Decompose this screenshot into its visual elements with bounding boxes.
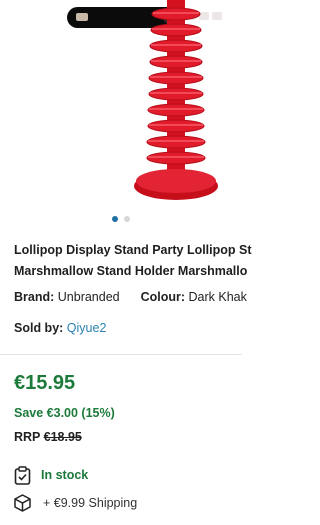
brand-value: Unbranded [57,290,120,304]
product-title: Lollipop Display Stand Party Lollipop St… [14,240,274,282]
current-price: €15.95 [14,372,76,394]
carousel-dot-active[interactable] [112,216,118,222]
product-title-line: Marshmallow Stand Holder Marshmallo [14,264,248,278]
stock-status: In stock [14,464,88,486]
rrp-price: RRP €18.95 [14,430,82,444]
sold-by: Sold by: Qiyue2 [14,321,106,335]
rrp-value: €18.95 [43,430,82,444]
colour-value: Dark Khak [188,290,247,304]
section-divider [0,354,242,355]
package-box-icon [14,494,31,512]
shipping-info: + €9.99 Shipping [14,492,137,514]
product-specs: Brand: Unbranded Colour: Dark Khak [14,290,247,304]
seller-link[interactable]: Qiyue2 [67,321,107,335]
clipboard-check-icon [14,465,31,485]
carousel-indicator[interactable] [0,216,242,226]
product-image-gallery[interactable] [0,0,242,232]
carousel-dot[interactable] [124,216,130,222]
app-status-icon [76,13,88,21]
savings-text: Save €3.00 (15%) [14,406,115,420]
product-image-lollipop-stand [134,0,218,200]
shipping-label: + €9.99 Shipping [43,496,138,510]
sold-by-label: Sold by: [14,321,64,335]
product-title-line: Lollipop Display Stand Party Lollipop St [14,243,252,257]
brand-label: Brand: [14,290,55,304]
stock-label: In stock [41,468,89,482]
rrp-label: RRP [14,430,41,444]
colour-label: Colour: [140,290,186,304]
